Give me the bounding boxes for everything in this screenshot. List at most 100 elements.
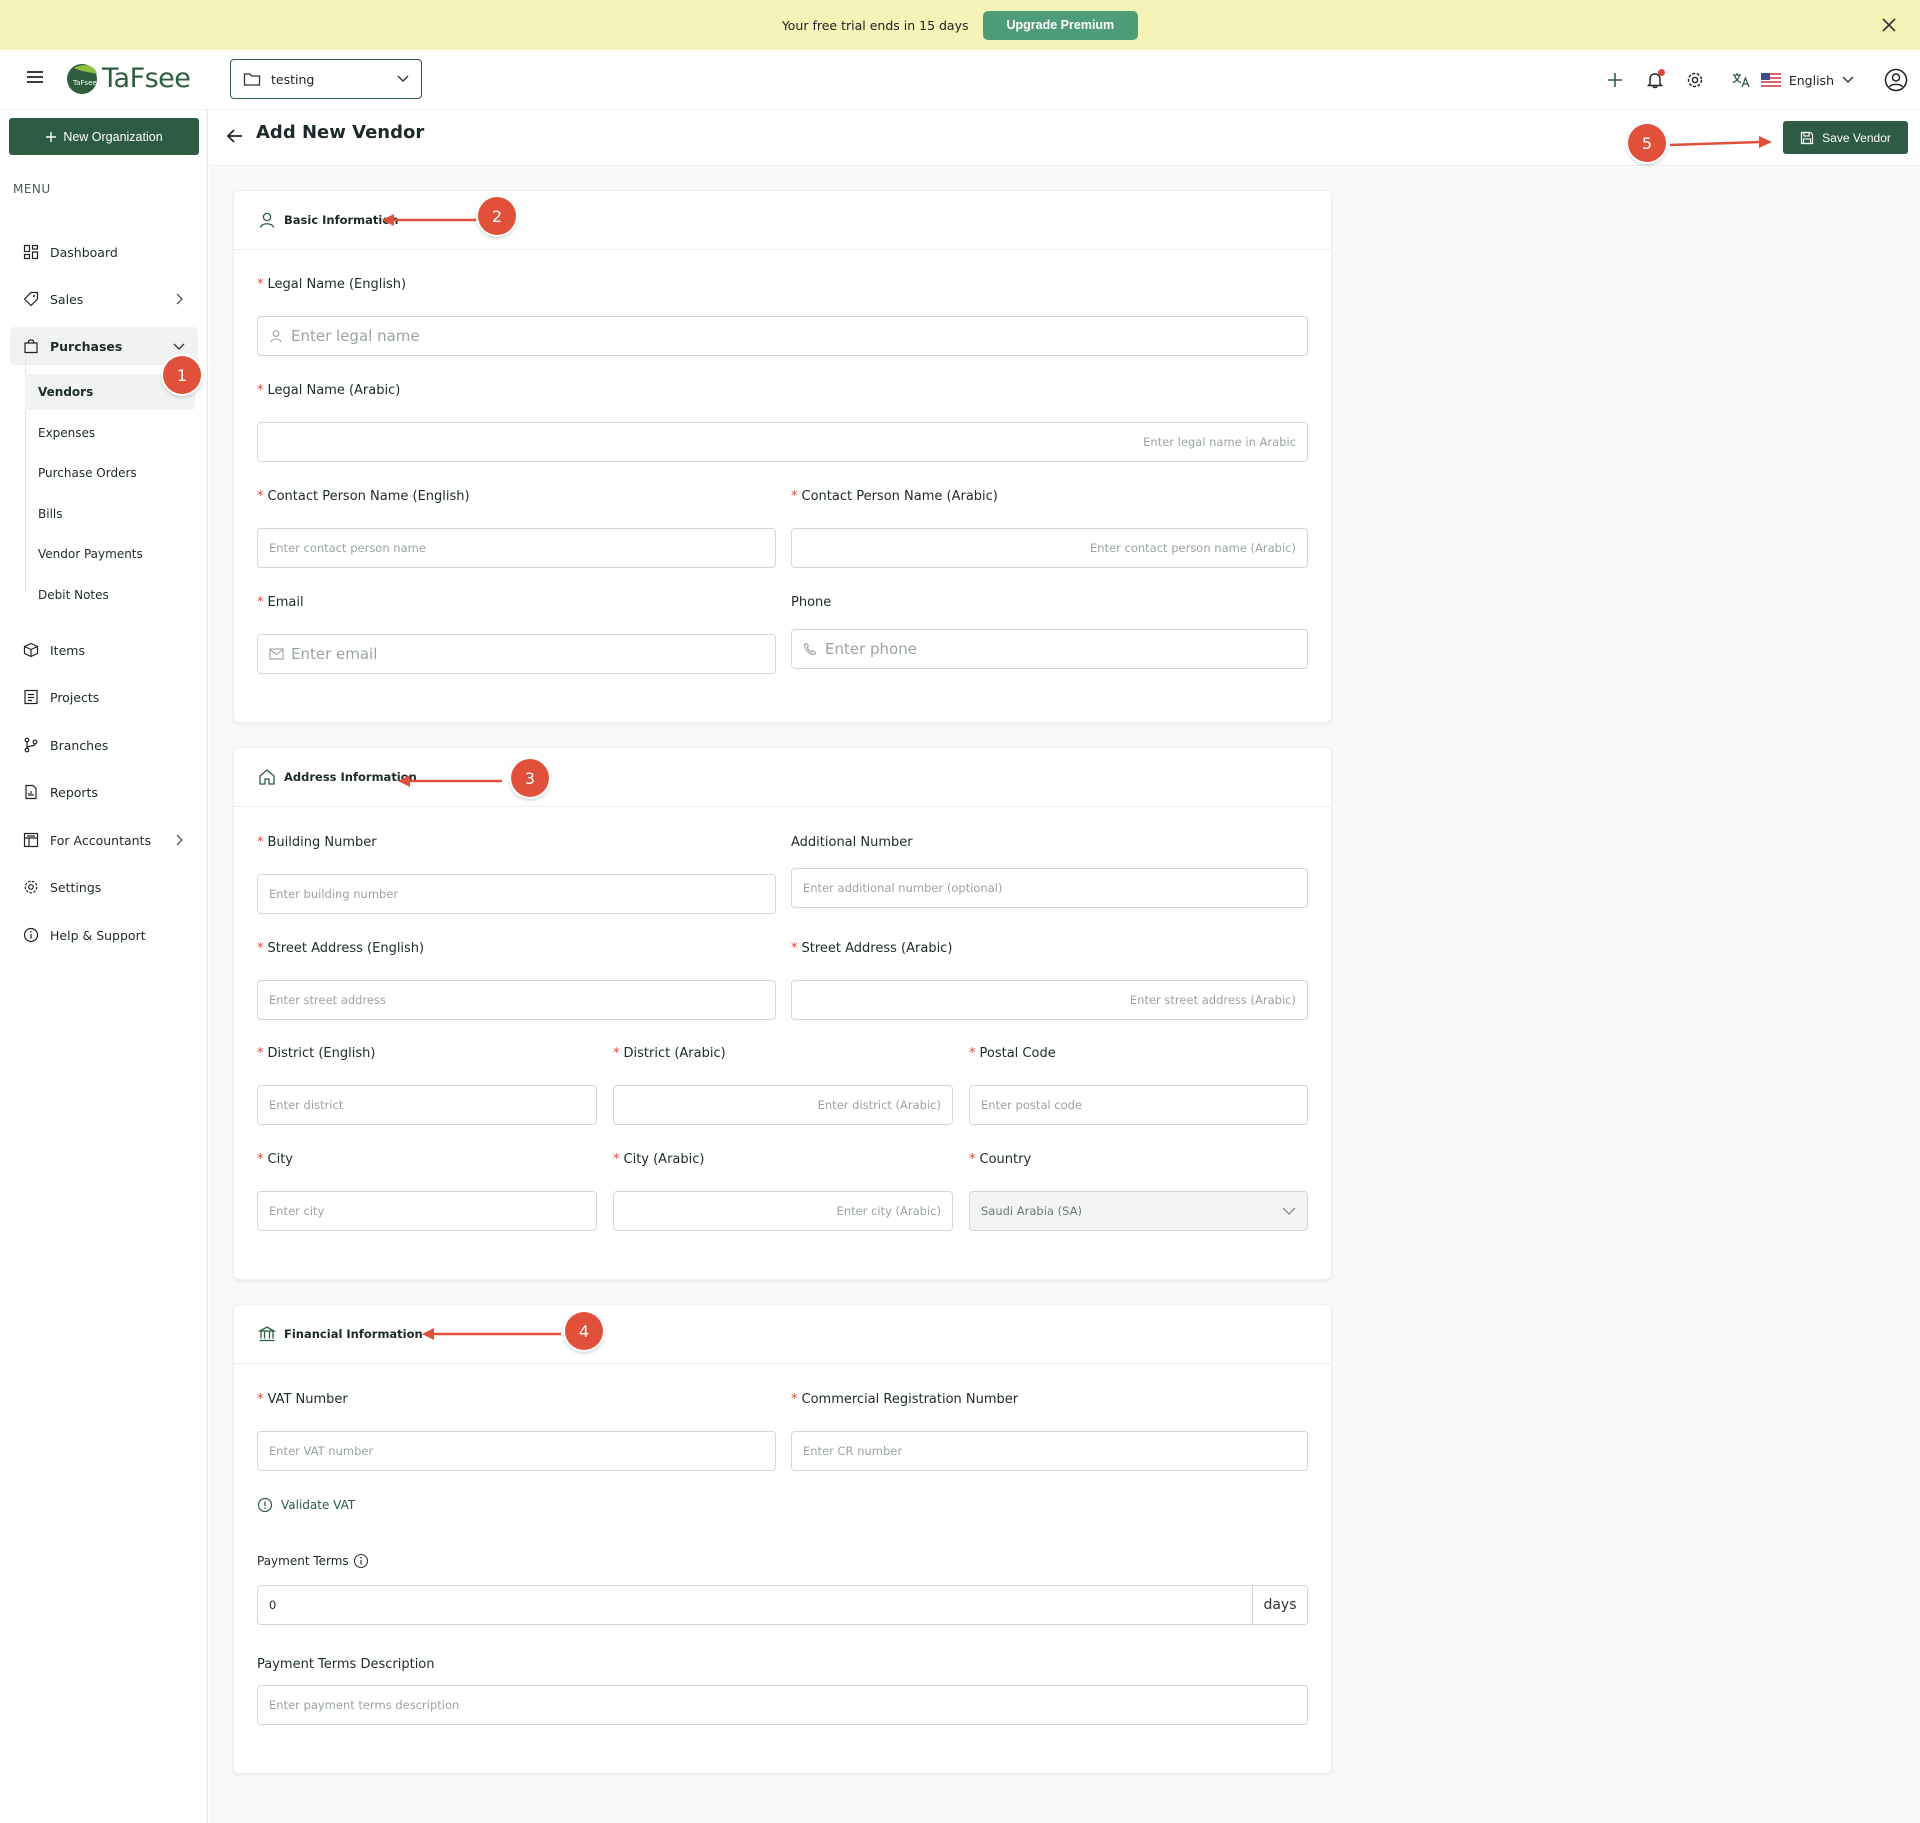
payment-terms-label: Payment Terms (257, 1553, 369, 1569)
gear-icon[interactable] (1683, 68, 1707, 92)
phone-input[interactable]: Enter phone (791, 629, 1308, 669)
sidebar-subitem-expenses[interactable]: Expenses (25, 415, 195, 451)
tag-icon (22, 290, 40, 308)
user-avatar-icon[interactable] (1884, 68, 1908, 92)
street-ar-input[interactable]: Enter street address (Arabic) (791, 980, 1308, 1020)
organization-select[interactable]: testing (230, 59, 422, 99)
sidebar-item-label: Projects (50, 689, 100, 705)
sidebar-item-sales[interactable]: Sales (10, 280, 198, 318)
new-organization-label: New Organization (63, 129, 163, 144)
logo[interactable]: TaFsee TaFsee (64, 60, 191, 96)
phone-icon (803, 641, 819, 657)
phone-label: Phone (791, 595, 832, 610)
card-header: Financial Information (234, 1305, 1331, 1364)
chevron-down-icon (397, 75, 409, 82)
sidebar-subitem-bills[interactable]: Bills (25, 496, 195, 532)
district-en-label: * District (English) (257, 1046, 376, 1061)
card-title: Financial Information (284, 1327, 423, 1341)
vat-number-input[interactable]: Enter VAT number (257, 1431, 776, 1471)
hamburger-menu-icon[interactable] (24, 66, 46, 88)
sidebar-item-label: Purchases (50, 338, 123, 354)
sidebar-item-label: Dashboard (50, 244, 118, 260)
sidebar-item-reports[interactable]: Reports (10, 773, 198, 811)
sidebar-subitem-label: Bills (38, 507, 63, 521)
annotation-callout-2: 2 (478, 197, 516, 235)
sidebar-item-label: Items (50, 642, 85, 658)
info-icon (257, 1497, 273, 1513)
close-icon[interactable] (1874, 10, 1904, 40)
sidebar-item-label: For Accountants (50, 832, 151, 848)
city-input[interactable]: Enter city (257, 1191, 597, 1231)
sidebar-item-items[interactable]: Items (10, 631, 198, 669)
annotation-callout-3: 3 (511, 759, 549, 797)
logo-mark-icon: TaFsee (67, 64, 97, 94)
sidebar-item-dashboard[interactable]: Dashboard (10, 233, 198, 271)
legal-name-ar-input[interactable]: Enter legal name in Arabic (257, 422, 1308, 462)
additional-number-input[interactable]: Enter additional number (optional) (791, 868, 1308, 908)
upgrade-premium-button[interactable]: Upgrade Premium (982, 10, 1139, 40)
save-vendor-button[interactable]: Save Vendor (1783, 121, 1908, 154)
city-ar-input[interactable]: Enter city (Arabic) (613, 1191, 953, 1231)
payment-terms-value: 0 (269, 1598, 277, 1612)
sidebar-item-label: Settings (50, 879, 102, 895)
back-arrow-icon[interactable] (223, 124, 247, 148)
country-select[interactable]: Saudi Arabia (SA) (969, 1191, 1308, 1231)
sidebar-subitem-debit-notes[interactable]: Debit Notes (25, 577, 195, 613)
street-en-input[interactable]: Enter street address (257, 980, 776, 1020)
info-icon[interactable] (353, 1553, 369, 1569)
dashboard-icon (22, 243, 40, 261)
district-ar-input[interactable]: Enter district (Arabic) (613, 1085, 953, 1125)
menu-label: MENU (13, 182, 51, 196)
building-number-input[interactable]: Enter building number (257, 874, 776, 914)
language-select[interactable]: English (1760, 73, 1854, 88)
sidebar-item-branches[interactable]: Branches (10, 726, 198, 764)
payment-terms-input[interactable]: 0 days (257, 1585, 1308, 1625)
sidebar-subitem-label: Expenses (38, 426, 96, 440)
cr-number-input[interactable]: Enter CR number (791, 1431, 1308, 1471)
trial-banner: Your free trial ends in 15 days Upgrade … (0, 0, 1920, 50)
country-label: * Country (969, 1152, 1032, 1167)
clipboard-icon (22, 688, 40, 706)
annotation-callout-4: 4 (565, 1312, 603, 1350)
contact-ar-input[interactable]: Enter contact person name (Arabic) (791, 528, 1308, 568)
validate-vat-label: Validate VAT (281, 1498, 356, 1512)
info-icon (22, 926, 40, 944)
sidebar-item-for-accountants[interactable]: For Accountants (10, 821, 198, 859)
district-en-input[interactable]: Enter district (257, 1085, 597, 1125)
legal-name-en-input[interactable]: Enter legal name (257, 316, 1308, 356)
contact-en-label: * Contact Person Name (English) (257, 489, 470, 504)
folder-icon (243, 73, 261, 86)
contact-en-input[interactable]: Enter contact person name (257, 528, 776, 568)
organization-name: testing (271, 71, 315, 87)
legal-name-en-label: * Legal Name (English) (257, 277, 407, 292)
logo-text: TaFsee (102, 62, 191, 94)
payment-desc-input[interactable]: Enter payment terms description (257, 1685, 1308, 1725)
trial-text: Your free trial ends in 15 days (781, 17, 969, 33)
plus-icon[interactable] (1603, 68, 1627, 92)
report-icon (22, 783, 40, 801)
sidebar-item-settings[interactable]: Settings (10, 868, 198, 906)
address-information-card: Address Information * Building Number Ent… (233, 747, 1332, 1280)
sidebar-item-projects[interactable]: Projects (10, 678, 198, 716)
bell-icon[interactable] (1643, 68, 1667, 92)
email-input[interactable]: Enter email (257, 634, 776, 674)
sidebar-subitem-label: Debit Notes (38, 588, 109, 602)
chevron-down-icon (1282, 1207, 1296, 1215)
translate-icon[interactable] (1729, 68, 1753, 92)
bank-icon (258, 1326, 276, 1342)
street-en-label: * Street Address (English) (257, 941, 425, 956)
city-label: * City (257, 1152, 293, 1167)
sidebar-subitem-vendor-payments[interactable]: Vendor Payments (25, 536, 195, 572)
validate-vat-link[interactable]: Validate VAT (257, 1497, 355, 1513)
calculator-icon (22, 831, 40, 849)
notification-dot (1657, 69, 1665, 76)
postal-code-input[interactable]: Enter postal code (969, 1085, 1308, 1125)
postal-code-label: * Postal Code (969, 1046, 1056, 1061)
chevron-down-icon (173, 343, 185, 350)
annotation-callout-1: 1 (163, 356, 201, 394)
save-vendor-label: Save Vendor (1822, 130, 1891, 145)
sidebar-subitem-purchase-orders[interactable]: Purchase Orders (25, 455, 195, 491)
annotation-arrow-2 (382, 214, 476, 226)
sidebar-item-help-support[interactable]: Help & Support (10, 916, 198, 954)
new-organization-button[interactable]: New Organization (9, 118, 199, 155)
